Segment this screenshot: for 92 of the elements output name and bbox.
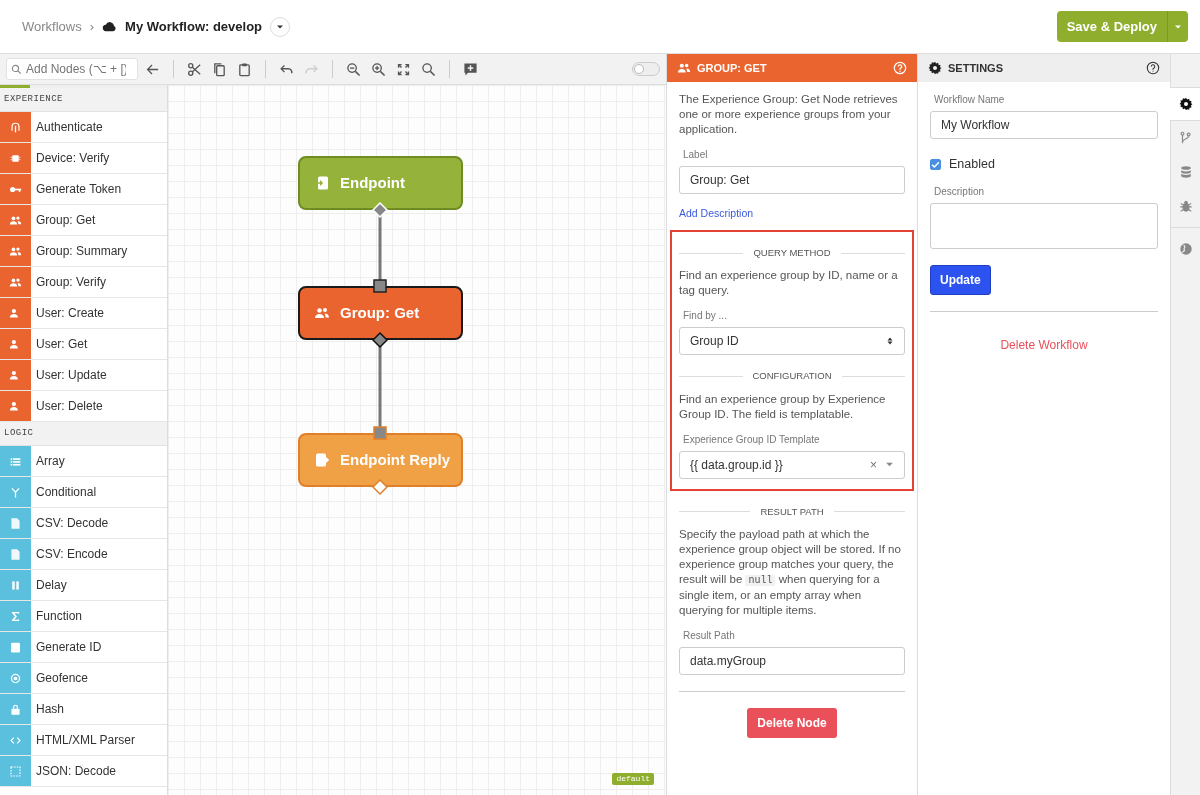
database-icon <box>1179 165 1193 179</box>
palette-node-item[interactable]: Array <box>0 446 167 477</box>
clipboard-icon <box>237 61 252 77</box>
branch-dropdown-button[interactable] <box>270 16 291 37</box>
palette-node-item[interactable]: Group: Summary <box>0 236 167 267</box>
category-header: EXPERIENCE <box>0 88 167 112</box>
branch-icon <box>9 485 22 499</box>
target-icon <box>9 671 22 685</box>
zoom-out-icon <box>346 61 361 77</box>
field-label: Description <box>934 184 986 199</box>
document-icon <box>9 547 22 561</box>
globe-icon <box>1179 242 1193 256</box>
cloud-icon <box>102 19 118 34</box>
help-icon[interactable] <box>1146 61 1160 75</box>
palette-node-item[interactable]: Conditional <box>0 477 167 508</box>
gear-icon <box>928 61 942 75</box>
palette-node-item[interactable]: Group: Get <box>0 205 167 236</box>
connector-line <box>378 215 382 281</box>
toggle-switch[interactable] <box>632 62 660 76</box>
workflow-name-input-field[interactable]: My Workflow <box>930 111 1158 139</box>
output-port[interactable] <box>371 331 389 349</box>
panel-title: SETTINGS <box>948 60 1004 76</box>
palette-node-item[interactable]: CSV: Decode <box>0 508 167 539</box>
people-icon <box>677 61 691 75</box>
scissors-icon <box>187 61 202 77</box>
bug-icon <box>1179 199 1193 213</box>
label-input-field[interactable]: Group: Get <box>679 166 905 194</box>
sigma-icon <box>9 609 22 623</box>
update-button[interactable]: Update <box>930 264 991 295</box>
find-by-select[interactable]: Group ID <box>679 327 905 356</box>
palette-node-item[interactable]: Generate ID <box>0 632 167 663</box>
section-title: RESULT PATH <box>679 504 905 519</box>
template-combo-field[interactable]: {{ data.group.id }} × <box>679 450 905 479</box>
checkmark-icon <box>931 159 940 169</box>
result-path-input-field[interactable]: data.myGroup <box>679 646 905 675</box>
workflow-title: My Workflow: develop <box>125 17 263 36</box>
frame-icon <box>9 764 22 778</box>
checkbox-label: Enabled <box>949 156 995 173</box>
copy-icon <box>212 61 227 77</box>
sort-arrows-icon <box>886 336 894 347</box>
palette-node-item[interactable]: Function <box>0 601 167 632</box>
add-description-link[interactable]: Add Description <box>679 206 754 222</box>
breadcrumb-separator: › <box>89 17 95 36</box>
section-description: Specify the payload path at which the experience group object will be stored. If no experience group matches your query, the result will be null when querying for a single item, or an empty array when querying for multiple items. <box>679 526 902 618</box>
pause-icon <box>9 578 22 592</box>
section-title: QUERY METHOD <box>679 246 905 261</box>
document-icon <box>9 516 22 530</box>
gear-icon <box>1178 97 1193 111</box>
fit-screen-icon <box>396 61 411 77</box>
environment-tag: default <box>612 773 654 785</box>
palette-node-item[interactable]: JSON: Decode <box>0 756 167 787</box>
palette-node-item[interactable]: HTML/XML Parser <box>0 725 167 756</box>
palette-node-item[interactable]: Delay <box>0 570 167 601</box>
palette-node-item[interactable]: User: Update <box>0 360 167 391</box>
lock-icon <box>9 702 22 716</box>
search-icon <box>421 61 436 77</box>
field-label: Workflow Name <box>934 93 1006 107</box>
delete-node-button[interactable]: Delete Node <box>747 707 837 738</box>
delete-workflow-link[interactable]: Delete Workflow <box>1000 337 1088 352</box>
section-description: Find an experience group by ID, name or a tag query. <box>679 268 899 299</box>
clear-button[interactable]: × <box>870 455 877 474</box>
palette-node-item[interactable]: Geofence <box>0 663 167 694</box>
section-description: Find an experience group by Experience Group ID. The field is templatable. <box>679 391 887 422</box>
palette-node-item[interactable]: CSV: Encode <box>0 539 167 570</box>
category-header: LOGIC <box>0 422 167 446</box>
add-comment-icon <box>463 61 478 77</box>
zoom-in-icon <box>371 61 386 77</box>
deploy-options-button[interactable] <box>1167 10 1188 43</box>
input-port[interactable] <box>373 426 387 440</box>
section-title: CONFIGURATION <box>679 369 905 384</box>
palette-node-item[interactable]: Group: Verify <box>0 267 167 298</box>
palette-node-item[interactable]: User: Create <box>0 298 167 329</box>
panel-title: GROUP: GET <box>697 60 768 76</box>
search-icon <box>11 63 22 75</box>
node-description: The Experience Group: Get Node retrieves one or more experience groups from your application. <box>679 92 899 137</box>
settings-tab[interactable] <box>1170 87 1200 121</box>
palette-node-item[interactable]: Generate Token <box>0 174 167 205</box>
breadcrumb-link[interactable]: Workflows <box>22 16 82 37</box>
palette-node-item[interactable]: Authenticate <box>0 112 167 143</box>
palette-node-item[interactable]: Device: Verify <box>0 143 167 174</box>
branch-icon <box>1179 131 1193 145</box>
logout-icon <box>314 452 330 468</box>
field-label: Result Path <box>683 628 736 643</box>
enabled-checkbox[interactable] <box>930 158 941 170</box>
caret-icon <box>885 460 894 469</box>
input-port[interactable] <box>373 279 387 293</box>
field-label: Find by ... <box>683 309 728 324</box>
people-icon <box>314 305 330 321</box>
palette-node-item[interactable]: User: Get <box>0 329 167 360</box>
palette-node-item[interactable]: Hash <box>0 694 167 725</box>
field-label: Experience Group ID Template <box>683 432 821 447</box>
field-label: Label <box>683 148 709 162</box>
